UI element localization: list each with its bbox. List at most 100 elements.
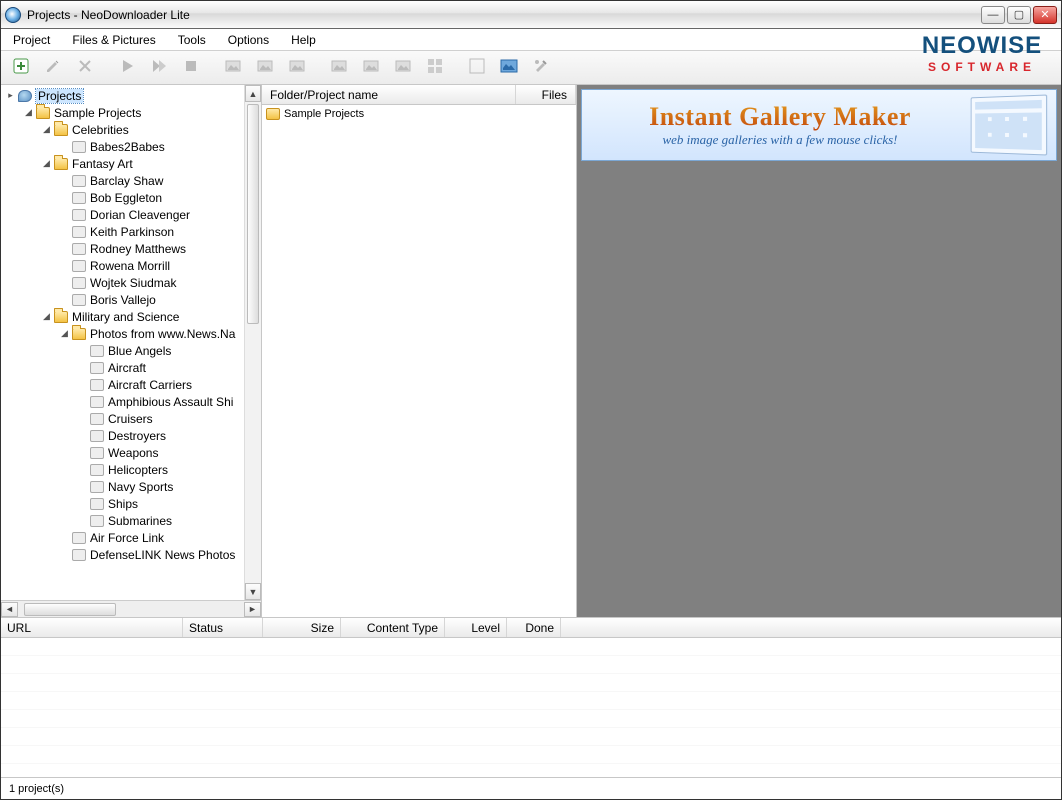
tree-node-label: Blue Angels bbox=[108, 344, 171, 358]
scroll-up-icon[interactable]: ▲ bbox=[245, 85, 261, 102]
tree-horizontal-scrollbar[interactable]: ◄ ► bbox=[1, 600, 261, 617]
tree-collapse-icon[interactable]: ▸ bbox=[5, 90, 16, 101]
tree-collapse-icon[interactable]: ◢ bbox=[41, 124, 52, 135]
toolbar-image-d-button[interactable] bbox=[325, 54, 353, 82]
tree-node[interactable]: Barclay Shaw bbox=[1, 172, 261, 189]
maximize-button[interactable]: ▢ bbox=[1007, 6, 1031, 24]
scroll-thumb[interactable] bbox=[247, 104, 259, 324]
menu-help[interactable]: Help bbox=[287, 31, 320, 49]
tree-node[interactable]: Boris Vallejo bbox=[1, 291, 261, 308]
download-grid-header[interactable]: URLStatusSizeContent TypeLevelDone bbox=[1, 618, 1061, 638]
project-item-icon bbox=[72, 294, 86, 306]
ad-banner[interactable]: Instant Gallery Maker web image gallerie… bbox=[581, 89, 1057, 161]
project-item-icon bbox=[72, 243, 86, 255]
grid-view-icon bbox=[425, 56, 445, 79]
toolbar-fullscreen-b-button[interactable] bbox=[495, 54, 523, 82]
tree-node[interactable]: Keith Parkinson bbox=[1, 223, 261, 240]
tree-node[interactable]: ◢Photos from www.News.Na bbox=[1, 325, 261, 342]
tree-collapse-icon[interactable]: ◢ bbox=[59, 328, 70, 339]
toolbar-edit-project-button[interactable] bbox=[39, 54, 67, 82]
folder-list-row[interactable]: Sample Projects bbox=[262, 105, 576, 123]
tree-collapse-icon[interactable]: ◢ bbox=[41, 311, 52, 322]
tree-toggle-spacer bbox=[77, 515, 88, 526]
toolbar-image-f-button[interactable] bbox=[389, 54, 417, 82]
toolbar-image-a-button[interactable] bbox=[219, 54, 247, 82]
grid-column-status[interactable]: Status bbox=[183, 618, 263, 637]
column-files[interactable]: Files bbox=[516, 85, 576, 104]
scroll-left-icon[interactable]: ◄ bbox=[1, 602, 18, 617]
tree-collapse-icon[interactable]: ◢ bbox=[23, 107, 34, 118]
toolbar-new-project-button[interactable] bbox=[7, 54, 35, 82]
tree-node[interactable]: Rowena Morrill bbox=[1, 257, 261, 274]
grid-column-content-type[interactable]: Content Type bbox=[341, 618, 445, 637]
tree-node[interactable]: ◢Celebrities bbox=[1, 121, 261, 138]
menu-project[interactable]: Project bbox=[9, 31, 54, 49]
tree-node[interactable]: ◢Military and Science bbox=[1, 308, 261, 325]
tree-toggle-spacer bbox=[77, 413, 88, 424]
project-item-icon bbox=[90, 447, 104, 459]
tree-node[interactable]: ◢Sample Projects bbox=[1, 104, 261, 121]
toolbar-settings-button[interactable] bbox=[527, 54, 555, 82]
column-folder-name[interactable]: Folder/Project name bbox=[262, 85, 516, 104]
toolbar-image-e-button[interactable] bbox=[357, 54, 385, 82]
ad-subtitle: web image galleries with a few mouse cli… bbox=[592, 132, 968, 148]
project-item-icon bbox=[72, 226, 86, 238]
toolbar-image-c-button[interactable] bbox=[283, 54, 311, 82]
fullscreen-b-icon bbox=[499, 56, 519, 79]
tree-node[interactable]: Aircraft Carriers bbox=[1, 376, 261, 393]
tree-node[interactable]: ◢Fantasy Art bbox=[1, 155, 261, 172]
tree-node[interactable]: Dorian Cleavenger bbox=[1, 206, 261, 223]
tree-node-label: DefenseLINK News Photos bbox=[90, 548, 235, 562]
grid-column-level[interactable]: Level bbox=[445, 618, 507, 637]
close-button[interactable]: ✕ bbox=[1033, 6, 1057, 24]
grid-column-size[interactable]: Size bbox=[263, 618, 341, 637]
tree-node[interactable]: Bob Eggleton bbox=[1, 189, 261, 206]
tree-collapse-icon[interactable]: ◢ bbox=[41, 158, 52, 169]
tree-node[interactable]: Cruisers bbox=[1, 410, 261, 427]
tree-node[interactable]: Babes2Babes bbox=[1, 138, 261, 155]
toolbar-play-all-button[interactable] bbox=[145, 54, 173, 82]
download-grid-body[interactable] bbox=[1, 638, 1061, 777]
tree-node[interactable]: Amphibious Assault Shi bbox=[1, 393, 261, 410]
menu-tools[interactable]: Tools bbox=[174, 31, 210, 49]
tree-node[interactable]: Submarines bbox=[1, 512, 261, 529]
project-item-icon bbox=[90, 413, 104, 425]
folder-list-header[interactable]: Folder/Project name Files bbox=[262, 85, 576, 105]
tree-node[interactable]: Helicopters bbox=[1, 461, 261, 478]
scroll-right-icon[interactable]: ► bbox=[244, 602, 261, 617]
tree-node[interactable]: Weapons bbox=[1, 444, 261, 461]
tree-node[interactable]: Aircraft bbox=[1, 359, 261, 376]
toolbar-play-button[interactable] bbox=[113, 54, 141, 82]
menu-files-pictures[interactable]: Files & Pictures bbox=[68, 31, 159, 49]
toolbar-image-b-button[interactable] bbox=[251, 54, 279, 82]
tree-node[interactable]: Blue Angels bbox=[1, 342, 261, 359]
tree-node[interactable]: Wojtek Siudmak bbox=[1, 274, 261, 291]
tree-node[interactable]: Navy Sports bbox=[1, 478, 261, 495]
menu-options[interactable]: Options bbox=[224, 31, 273, 49]
grid-column-url[interactable]: URL bbox=[1, 618, 183, 637]
tree-node[interactable]: Destroyers bbox=[1, 427, 261, 444]
scroll-thumb[interactable] bbox=[24, 603, 116, 616]
grid-column-done[interactable]: Done bbox=[507, 618, 561, 637]
tree-vertical-scrollbar[interactable]: ▲ ▼ bbox=[244, 85, 261, 600]
tree-node[interactable]: Rodney Matthews bbox=[1, 240, 261, 257]
project-item-icon bbox=[90, 396, 104, 408]
project-item-icon bbox=[90, 464, 104, 476]
tree-node-label: Air Force Link bbox=[90, 531, 164, 545]
tree-node[interactable]: ▸Projects bbox=[1, 87, 261, 104]
tree-node[interactable]: Ships bbox=[1, 495, 261, 512]
tree-toggle-spacer bbox=[77, 396, 88, 407]
tree-node[interactable]: Air Force Link bbox=[1, 529, 261, 546]
scroll-down-icon[interactable]: ▼ bbox=[245, 583, 261, 600]
tree-toggle-spacer bbox=[59, 141, 70, 152]
tree-toggle-spacer bbox=[59, 260, 70, 271]
folder-list-body[interactable]: Sample Projects bbox=[262, 105, 576, 617]
tree-node[interactable]: DefenseLINK News Photos bbox=[1, 546, 261, 563]
minimize-button[interactable]: — bbox=[981, 6, 1005, 24]
toolbar-grid-view-button[interactable] bbox=[421, 54, 449, 82]
project-item-icon bbox=[90, 515, 104, 527]
project-tree[interactable]: ▸Projects◢Sample Projects◢CelebritiesBab… bbox=[1, 85, 261, 600]
toolbar-delete-project-button[interactable] bbox=[71, 54, 99, 82]
toolbar-fullscreen-a-button[interactable] bbox=[463, 54, 491, 82]
toolbar-stop-button[interactable] bbox=[177, 54, 205, 82]
